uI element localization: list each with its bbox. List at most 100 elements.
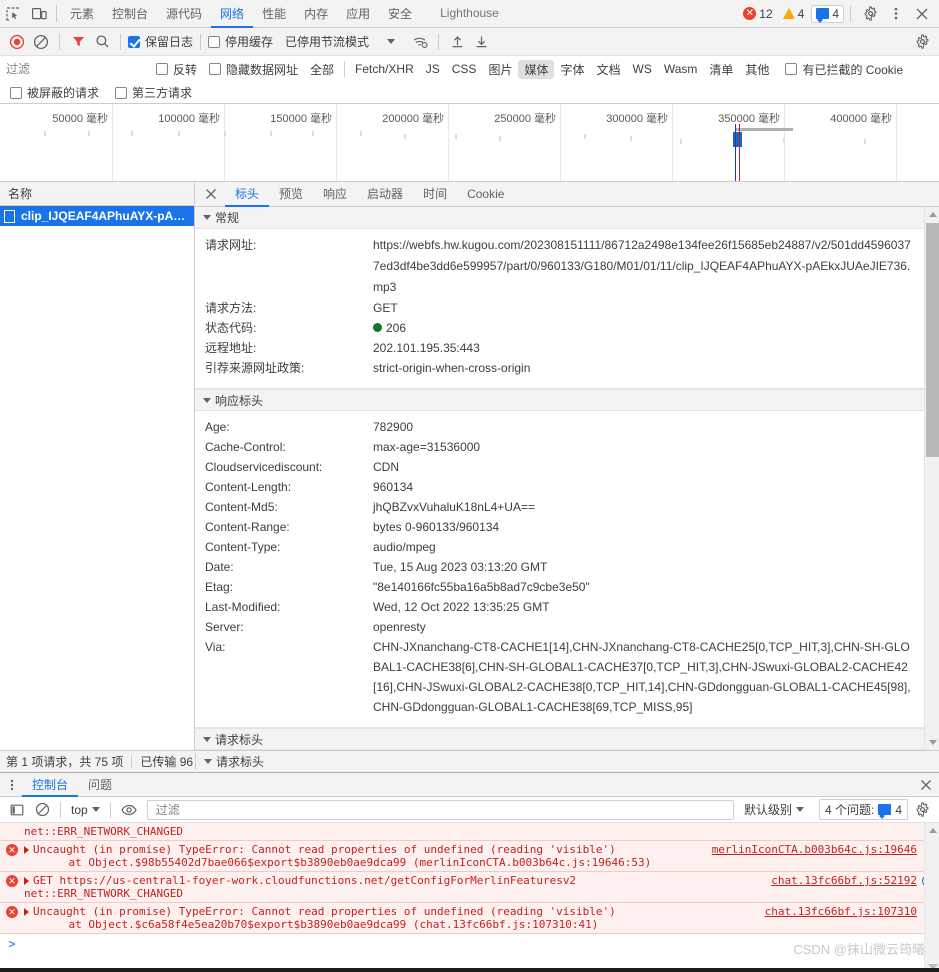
tab-initiator[interactable]: 启动器 (357, 182, 413, 207)
filter-funnel-icon[interactable] (67, 31, 89, 53)
tab-response[interactable]: 响应 (313, 182, 357, 207)
expand-arrow-icon[interactable] (24, 877, 29, 885)
filter-type-img[interactable]: 图片 (482, 60, 518, 79)
request-list-body[interactable]: clip_IJQEAF4APhuAYX-pAEkxJ... (0, 206, 194, 750)
filter-type-font[interactable]: 字体 (554, 60, 590, 79)
clear-console-icon[interactable] (31, 799, 53, 821)
console-message[interactable]: ✕ GET https://us-central1-foyer-work.clo… (0, 872, 939, 903)
message-source-link[interactable]: merlinIconCTA.b003b64c.js:19646 (712, 843, 917, 856)
clear-button[interactable] (30, 31, 52, 53)
stack-source-link[interactable]: chat.13fc66bf.js:107310:41 (420, 918, 592, 931)
filter-type-js[interactable]: JS (420, 61, 446, 77)
throttling-select[interactable]: 已停用节流模式 (285, 33, 369, 50)
disable-cache-checkbox[interactable]: 停用缓存 (208, 33, 273, 50)
filter-type-fetch-xhr[interactable]: Fetch/XHR (349, 61, 420, 77)
network-settings-gear-icon[interactable] (911, 31, 933, 53)
filter-type-media[interactable]: 媒体 (518, 59, 555, 79)
console-filter-field[interactable] (146, 799, 734, 820)
details-scroll-area[interactable]: 常规 请求网址: https://webfs.hw.kugou.com/2023… (195, 207, 939, 750)
status-right-section[interactable]: 请求标头 (195, 753, 939, 770)
network-conditions-icon[interactable] (409, 31, 431, 53)
scroll-up-arrow[interactable] (925, 823, 939, 838)
drawer-tab-issues[interactable]: 问题 (78, 773, 122, 797)
section-header-general[interactable]: 常规 (195, 207, 939, 229)
network-overview-timeline[interactable]: 50000 毫秒 100000 毫秒 150000 毫秒 200000 毫秒 2… (0, 104, 939, 182)
gear-icon[interactable] (857, 6, 883, 21)
main-tab-security[interactable]: 安全 (379, 0, 421, 28)
device-toolbar-icon[interactable] (26, 0, 52, 27)
tab-label: 响应 (323, 187, 348, 201)
tab-preview[interactable]: 预览 (269, 182, 313, 207)
expand-arrow-icon[interactable] (24, 908, 29, 916)
live-expression-icon[interactable] (118, 799, 140, 821)
tab-timing[interactable]: 时间 (413, 182, 457, 207)
console-prompt[interactable]: > (0, 934, 939, 951)
console-message[interactable]: net::ERR_NETWORK_CHANGED (0, 823, 939, 841)
drawer-tab-console[interactable]: 控制台 (22, 773, 79, 797)
close-icon[interactable] (909, 7, 935, 21)
inspect-element-icon[interactable] (0, 0, 26, 27)
execution-context-select[interactable]: top (68, 803, 103, 817)
invert-checkbox[interactable]: 反转 (156, 61, 197, 78)
export-har-icon[interactable] (470, 31, 492, 53)
stack-source-link[interactable]: merlinIconCTA.b003b64c.js:19646:53 (420, 856, 645, 869)
request-url-link[interactable]: https://us-central1-foyer-work.cloudfunc… (60, 874, 577, 887)
blocked-requests-checkbox[interactable]: 被屏蔽的请求 (10, 84, 99, 101)
main-tab-sources[interactable]: 源代码 (157, 0, 211, 28)
tab-cookies[interactable]: Cookie (457, 182, 514, 207)
message-source-link[interactable]: chat.13fc66bf.js:107310 (765, 905, 917, 918)
filter-type-other[interactable]: 其他 (739, 60, 775, 79)
console-message-list[interactable]: net::ERR_NETWORK_CHANGED ✕ Uncaught (in … (0, 823, 939, 972)
close-details-icon[interactable] (197, 182, 225, 206)
filter-input[interactable] (6, 60, 156, 78)
console-settings-gear-icon[interactable] (911, 799, 933, 821)
more-vertical-icon[interactable] (2, 773, 22, 796)
console-sidebar-icon[interactable] (6, 799, 28, 821)
third-party-checkbox[interactable]: 第三方请求 (115, 84, 192, 101)
console-message[interactable]: ✕ Uncaught (in promise) TypeError: Canno… (0, 841, 939, 872)
header-value[interactable]: https://webfs.hw.kugou.com/202308151111/… (373, 235, 931, 298)
chevron-down-icon[interactable] (387, 39, 396, 44)
filter-type-css[interactable]: CSS (446, 61, 483, 77)
warning-counter[interactable]: 4 (780, 7, 808, 21)
error-counter[interactable]: ✕ 12 (740, 7, 775, 21)
console-message[interactable]: ✕ Uncaught (in promise) TypeError: Canno… (0, 903, 939, 934)
console-filter-input[interactable] (153, 801, 727, 818)
filter-type-wasm[interactable]: Wasm (658, 61, 704, 77)
search-icon[interactable] (91, 31, 113, 53)
hide-data-urls-checkbox[interactable]: 隐藏数据网址 (209, 61, 298, 78)
main-tab-network[interactable]: 网络 (211, 0, 254, 28)
scrollbar-thumb[interactable] (926, 223, 939, 457)
section-header-response-headers[interactable]: 响应标头 (195, 389, 939, 411)
main-tab-memory[interactable]: 内存 (295, 0, 337, 28)
filter-type-manifest[interactable]: 清单 (703, 60, 739, 79)
filter-type-ws[interactable]: WS (627, 61, 658, 77)
main-tab-console[interactable]: 控制台 (103, 0, 157, 28)
main-tab-elements[interactable]: 元素 (61, 0, 103, 28)
main-tab-application[interactable]: 应用 (337, 0, 379, 28)
scroll-down-arrow[interactable] (925, 735, 939, 750)
table-row[interactable]: clip_IJQEAF4APhuAYX-pAEkxJ... (0, 206, 194, 226)
console-scrollbar[interactable] (924, 823, 939, 972)
more-vertical-icon[interactable] (883, 6, 909, 21)
details-scrollbar[interactable] (924, 207, 939, 750)
preserve-log-checkbox[interactable]: 保留日志 (128, 33, 193, 50)
expand-arrow-icon[interactable] (24, 846, 29, 854)
message-source-link[interactable]: chat.13fc66bf.js:52192 (771, 874, 917, 887)
filter-type-all[interactable]: 全部 (304, 60, 340, 79)
close-drawer-icon[interactable] (913, 773, 939, 796)
issue-counters[interactable]: ✕ 12 4 4 (740, 4, 844, 23)
issues-button[interactable]: 4 个问题: 4 (818, 799, 908, 820)
scroll-up-arrow[interactable] (925, 207, 939, 222)
import-har-icon[interactable] (446, 31, 468, 53)
main-tab-lighthouse[interactable]: Lighthouse (431, 0, 508, 28)
record-button[interactable] (6, 31, 28, 53)
main-tab-performance[interactable]: 性能 (253, 0, 295, 28)
section-header-request-headers[interactable]: 请求标头 (195, 728, 939, 750)
tab-headers[interactable]: 标头 (225, 182, 270, 207)
log-level-select[interactable]: 默认级别 (741, 801, 807, 818)
request-list-header[interactable]: 名称 (0, 182, 194, 206)
blocked-cookies-checkbox[interactable]: 有已拦截的 Cookie (785, 61, 903, 78)
filter-type-doc[interactable]: 文档 (590, 60, 626, 79)
issues-counter[interactable]: 4 (811, 4, 844, 23)
